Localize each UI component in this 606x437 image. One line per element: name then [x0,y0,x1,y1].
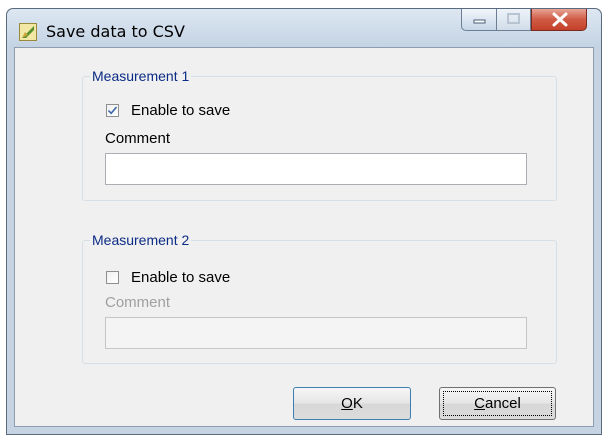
focus-rectangle [443,391,552,416]
measurement-1-enable-checkbox[interactable] [106,103,119,117]
minimize-button[interactable] [461,9,497,31]
measurement-1-comment-label: Comment [105,130,171,147]
ok-button-label: OK [341,395,363,412]
measurement-2-enable-row[interactable]: Enable to save [106,268,230,286]
measurement-1-legend: Measurement 1 [90,67,192,85]
title-bar[interactable]: Save data to CSV [7,9,601,47]
measurement-1-enable-row[interactable]: Enable to save [106,101,230,119]
dialog-window: Save data to CSV Measurement 1 Enable to… [6,8,602,435]
measurement-1-enable-label: Enable to save [131,101,231,119]
measurement-2-enable-checkbox[interactable] [106,270,119,284]
app-icon [19,23,37,41]
window-title: Save data to CSV [46,22,185,41]
measurement-2-comment-input[interactable] [105,317,527,349]
close-icon [552,12,568,27]
ok-button[interactable]: OK [293,387,411,420]
measurement-2-enable-label: Enable to save [131,268,231,286]
minimize-icon [473,19,486,24]
measurement-2-legend: Measurement 2 [90,231,192,249]
dialog-client-area: Measurement 1 Enable to save Comment Mea… [14,47,594,427]
checkmark-icon [107,105,118,114]
measurement-1-comment-input[interactable] [105,153,527,185]
cancel-button[interactable]: Cancel [439,387,556,420]
measurement-2-group: Measurement 2 Enable to save Comment [82,231,557,364]
measurement-2-comment-label: Comment [105,294,171,311]
maximize-icon [507,13,520,24]
maximize-button[interactable] [497,9,531,31]
close-button[interactable] [531,9,587,31]
measurement-1-group: Measurement 1 Enable to save Comment [82,67,557,201]
